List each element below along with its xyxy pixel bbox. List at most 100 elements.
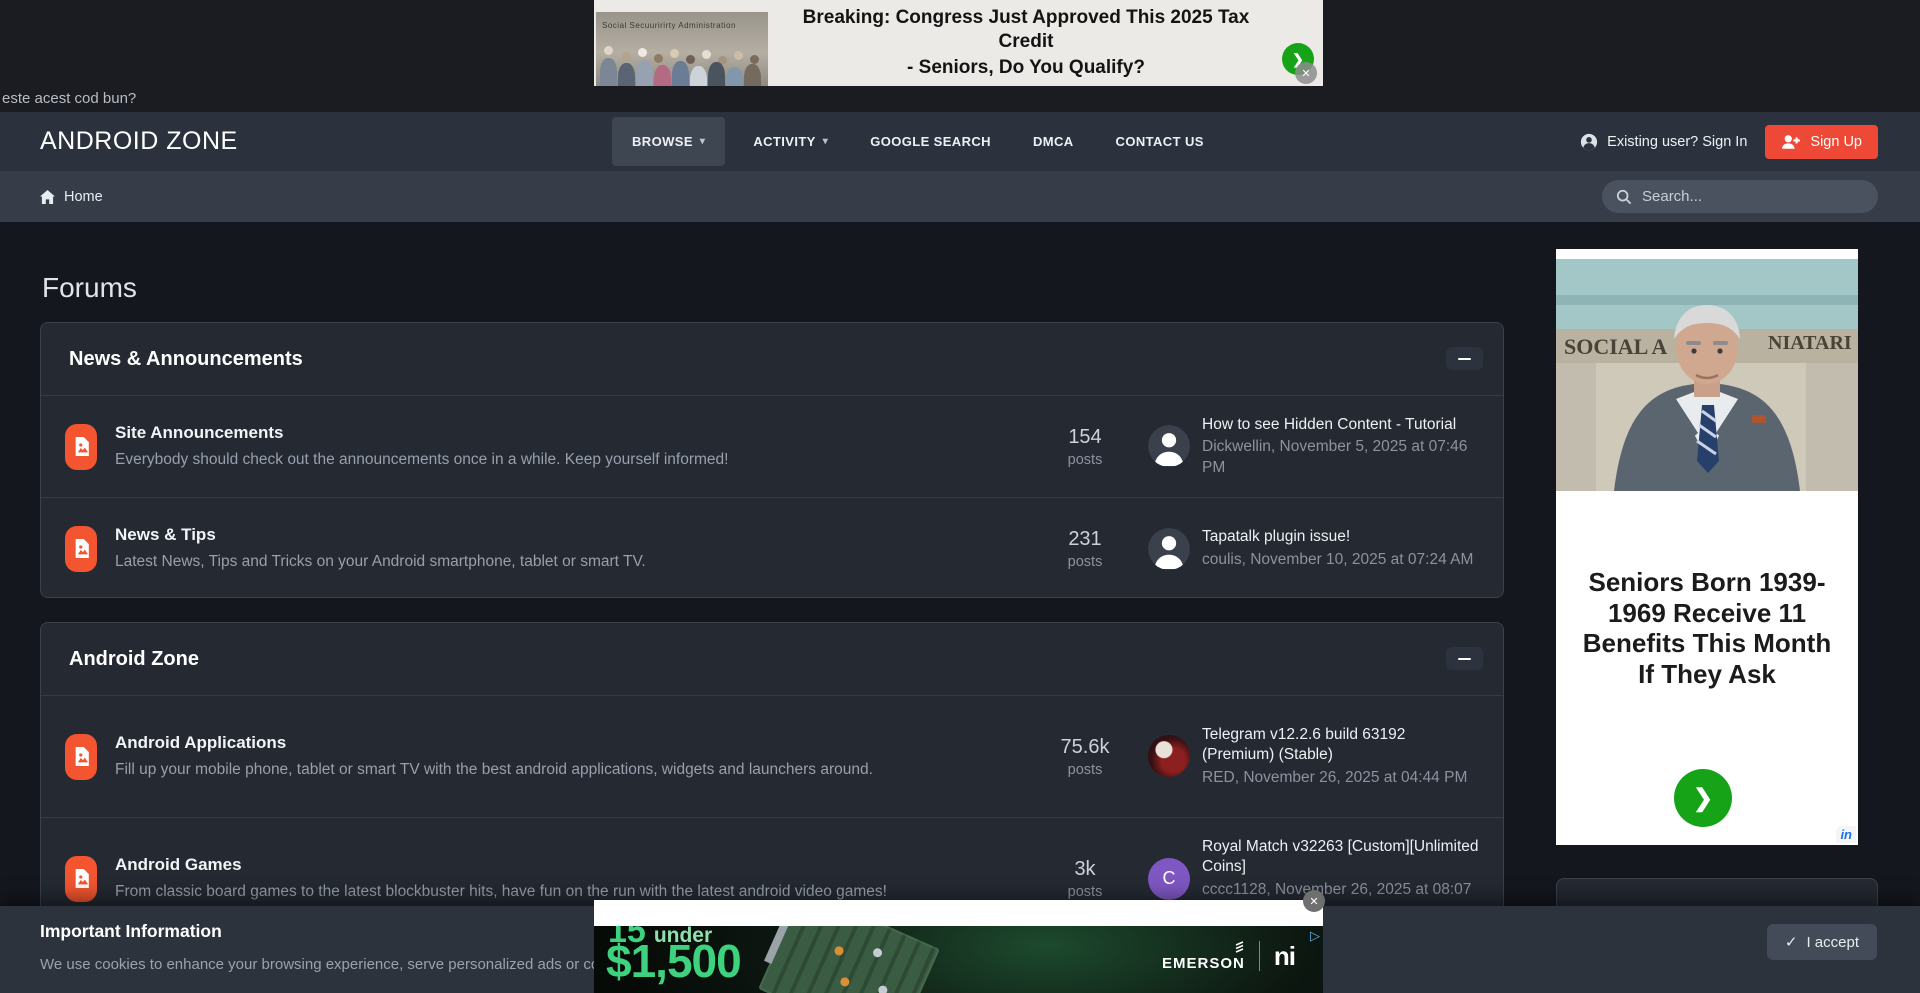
user-circle-icon xyxy=(1580,133,1598,151)
top-ad-close-button[interactable]: ✕ xyxy=(1295,62,1317,84)
search-icon xyxy=(1616,189,1632,205)
emerson-mark-icon xyxy=(1234,940,1245,953)
chevron-down-icon: ▾ xyxy=(700,136,705,147)
circuit-board-image xyxy=(758,926,940,993)
sign-in-link[interactable]: Existing user? Sign In xyxy=(1580,133,1747,151)
site-logo[interactable]: ANDROID ZONE xyxy=(40,112,238,171)
section-header: News & Announcements xyxy=(41,323,1503,395)
last-post-title-link[interactable]: Telegram v12.2.6 build 63192 (Premium) (… xyxy=(1202,725,1479,765)
forum-row-news-tips[interactable]: News & Tips Latest News, Tips and Tricks… xyxy=(41,497,1503,598)
top-ad-banner[interactable]: Social Secuuririrty Administration Break… xyxy=(594,0,1323,86)
sign-up-button[interactable]: Sign Up xyxy=(1765,125,1878,159)
section-news-announcements: News & Announcements Site Announcements … xyxy=(40,322,1504,598)
forum-description: Everybody should check out the announcem… xyxy=(115,450,1022,471)
bottom-ad-body: 15 under $1,500 EMERSON ni ▷ xyxy=(594,926,1323,993)
search-box xyxy=(1602,180,1878,213)
sidebar-sign-right: NIATARI xyxy=(1768,332,1852,354)
cookie-accept-button[interactable]: ✓ I accept xyxy=(1767,924,1877,960)
forum-info: News & Tips Latest News, Tips and Tricks… xyxy=(115,525,1022,573)
nav-item-dmca[interactable]: DMCA xyxy=(1019,117,1088,166)
nav-right-group: Existing user? Sign In Sign Up xyxy=(1580,112,1878,171)
close-icon: ✕ xyxy=(1309,895,1318,908)
close-icon: ✕ xyxy=(1301,67,1310,80)
section-android-zone: Android Zone Android Applications Fill u… xyxy=(40,622,1504,938)
forum-last-post: Tapatalk plugin issue! coulis, November … xyxy=(1148,527,1479,569)
main-navbar: ANDROID ZONE BROWSE ▾ ACTIVITY ▾ GOOGLE … xyxy=(0,112,1920,171)
forum-posts-count: 3k posts xyxy=(1040,858,1130,900)
nav-item-google-search[interactable]: GOOGLE SEARCH xyxy=(856,117,1005,166)
last-post-title-link[interactable]: Tapatalk plugin issue! xyxy=(1202,527,1473,547)
last-post-text: Tapatalk plugin issue! coulis, November … xyxy=(1202,527,1473,569)
last-post-title-link[interactable]: How to see Hidden Content - Tutorial xyxy=(1202,415,1479,435)
forum-posts-count: 154 posts xyxy=(1040,426,1130,468)
ni-logo: ni xyxy=(1274,943,1295,969)
minus-icon xyxy=(1458,658,1471,660)
section-title: News & Announcements xyxy=(69,348,303,371)
top-ad-headline: Breaking: Congress Just Approved This 20… xyxy=(776,0,1276,86)
forum-posts-count: 231 posts xyxy=(1040,528,1130,570)
section-header: Android Zone xyxy=(41,623,1503,695)
sidebar-ad[interactable]: SOCIAL A NIATARI Seniors Born 1939-1969 … xyxy=(1556,249,1858,845)
avatar-image[interactable] xyxy=(1148,735,1190,777)
collapse-section-button[interactable] xyxy=(1446,347,1483,370)
page-title: Forums xyxy=(42,272,137,304)
chevron-down-icon: ▾ xyxy=(823,136,828,147)
avatar-letter[interactable]: C xyxy=(1148,858,1190,900)
arrow-right-icon: ❯ xyxy=(1693,784,1713,813)
section-title: Android Zone xyxy=(69,648,199,671)
nav-item-browse[interactable]: BROWSE ▾ xyxy=(612,117,725,166)
forum-description: Fill up your mobile phone, tablet or sma… xyxy=(115,760,1022,781)
last-post-meta: Dickwellin, November 5, 2025 at 07:46 PM xyxy=(1202,437,1479,477)
sidebar-sign-left: SOCIAL A xyxy=(1564,334,1667,359)
nav-item-contact-us[interactable]: CONTACT US xyxy=(1102,117,1218,166)
bottom-ad-white-strip xyxy=(594,900,1323,926)
bottom-ad-qty-label: under xyxy=(654,926,712,948)
last-post-title-link[interactable]: Royal Match v32263 [Custom][Unlimited Co… xyxy=(1202,837,1479,877)
forum-info: Android Applications Fill up your mobile… xyxy=(115,733,1022,781)
bottom-ad-brands: EMERSON ni xyxy=(1162,940,1295,972)
forum-file-icon xyxy=(65,856,97,902)
emerson-logo: EMERSON xyxy=(1162,940,1245,972)
forum-page: este acest cod bun? Social Secuuririrty … xyxy=(0,0,1920,993)
collapse-section-button[interactable] xyxy=(1446,647,1483,670)
home-icon xyxy=(40,190,55,204)
adchoices-icon[interactable]: in xyxy=(1836,826,1856,843)
sidebar-ad-photo: SOCIAL A NIATARI xyxy=(1556,259,1858,491)
bottom-ad-qty-line: 15 under xyxy=(608,926,712,951)
avatar[interactable] xyxy=(1148,528,1190,570)
forum-info: Android Games From classic board games t… xyxy=(115,855,1022,903)
forum-name-link[interactable]: Android Games xyxy=(115,855,1022,875)
top-ad-headline-line1: Breaking: Congress Just Approved This 20… xyxy=(776,6,1276,54)
nav-menu: BROWSE ▾ ACTIVITY ▾ GOOGLE SEARCH DMCA C… xyxy=(612,117,1218,166)
top-ad-crowd-bodies xyxy=(600,58,617,86)
cookie-title: Important Information xyxy=(40,921,222,942)
forum-name-link[interactable]: Android Applications xyxy=(115,733,1022,753)
forum-description: Latest News, Tips and Tricks on your And… xyxy=(115,552,1022,573)
forum-file-icon xyxy=(65,526,97,572)
top-ad-photo: Social Secuuririrty Administration xyxy=(596,12,768,86)
cookie-message: We use cookies to enhance your browsing … xyxy=(40,956,620,973)
bottom-ad-banner[interactable]: 15 under $1,500 EMERSON ni ▷ ✕ xyxy=(594,900,1323,993)
forum-last-post: Telegram v12.2.6 build 63192 (Premium) (… xyxy=(1148,725,1479,787)
forum-last-post: How to see Hidden Content - Tutorial Dic… xyxy=(1148,415,1479,477)
sidebar-ad-arrow-button[interactable]: ❯ xyxy=(1674,769,1732,827)
forum-name-link[interactable]: Site Announcements xyxy=(115,423,1022,443)
forum-row-android-applications[interactable]: Android Applications Fill up your mobile… xyxy=(41,695,1503,817)
nav-item-activity[interactable]: ACTIVITY ▾ xyxy=(739,117,842,166)
bottom-ad-close-button[interactable]: ✕ xyxy=(1303,890,1325,912)
adchoices-triangle-icon[interactable]: ▷ xyxy=(1310,928,1320,944)
top-ad-building-sign: Social Secuuririrty Administration xyxy=(602,21,736,30)
forum-row-site-announcements[interactable]: Site Announcements Everybody should chec… xyxy=(41,395,1503,497)
forum-file-icon xyxy=(65,424,97,470)
bottom-ad-qty: 15 xyxy=(608,926,646,951)
last-post-text: Telegram v12.2.6 build 63192 (Premium) (… xyxy=(1202,725,1479,787)
search-input[interactable] xyxy=(1642,188,1862,205)
stray-debug-text: este acest cod bun? xyxy=(2,90,136,107)
breadcrumb-home[interactable]: Home xyxy=(40,171,103,222)
forum-file-icon xyxy=(65,734,97,780)
sidebar-ad-headline: Seniors Born 1939-1969 Receive 11 Benefi… xyxy=(1574,567,1840,690)
forum-name-link[interactable]: News & Tips xyxy=(115,525,1022,545)
avatar[interactable] xyxy=(1148,425,1190,467)
last-post-meta: RED, November 26, 2025 at 04:44 PM xyxy=(1202,768,1479,788)
last-post-meta: coulis, November 10, 2025 at 07:24 AM xyxy=(1202,550,1473,570)
